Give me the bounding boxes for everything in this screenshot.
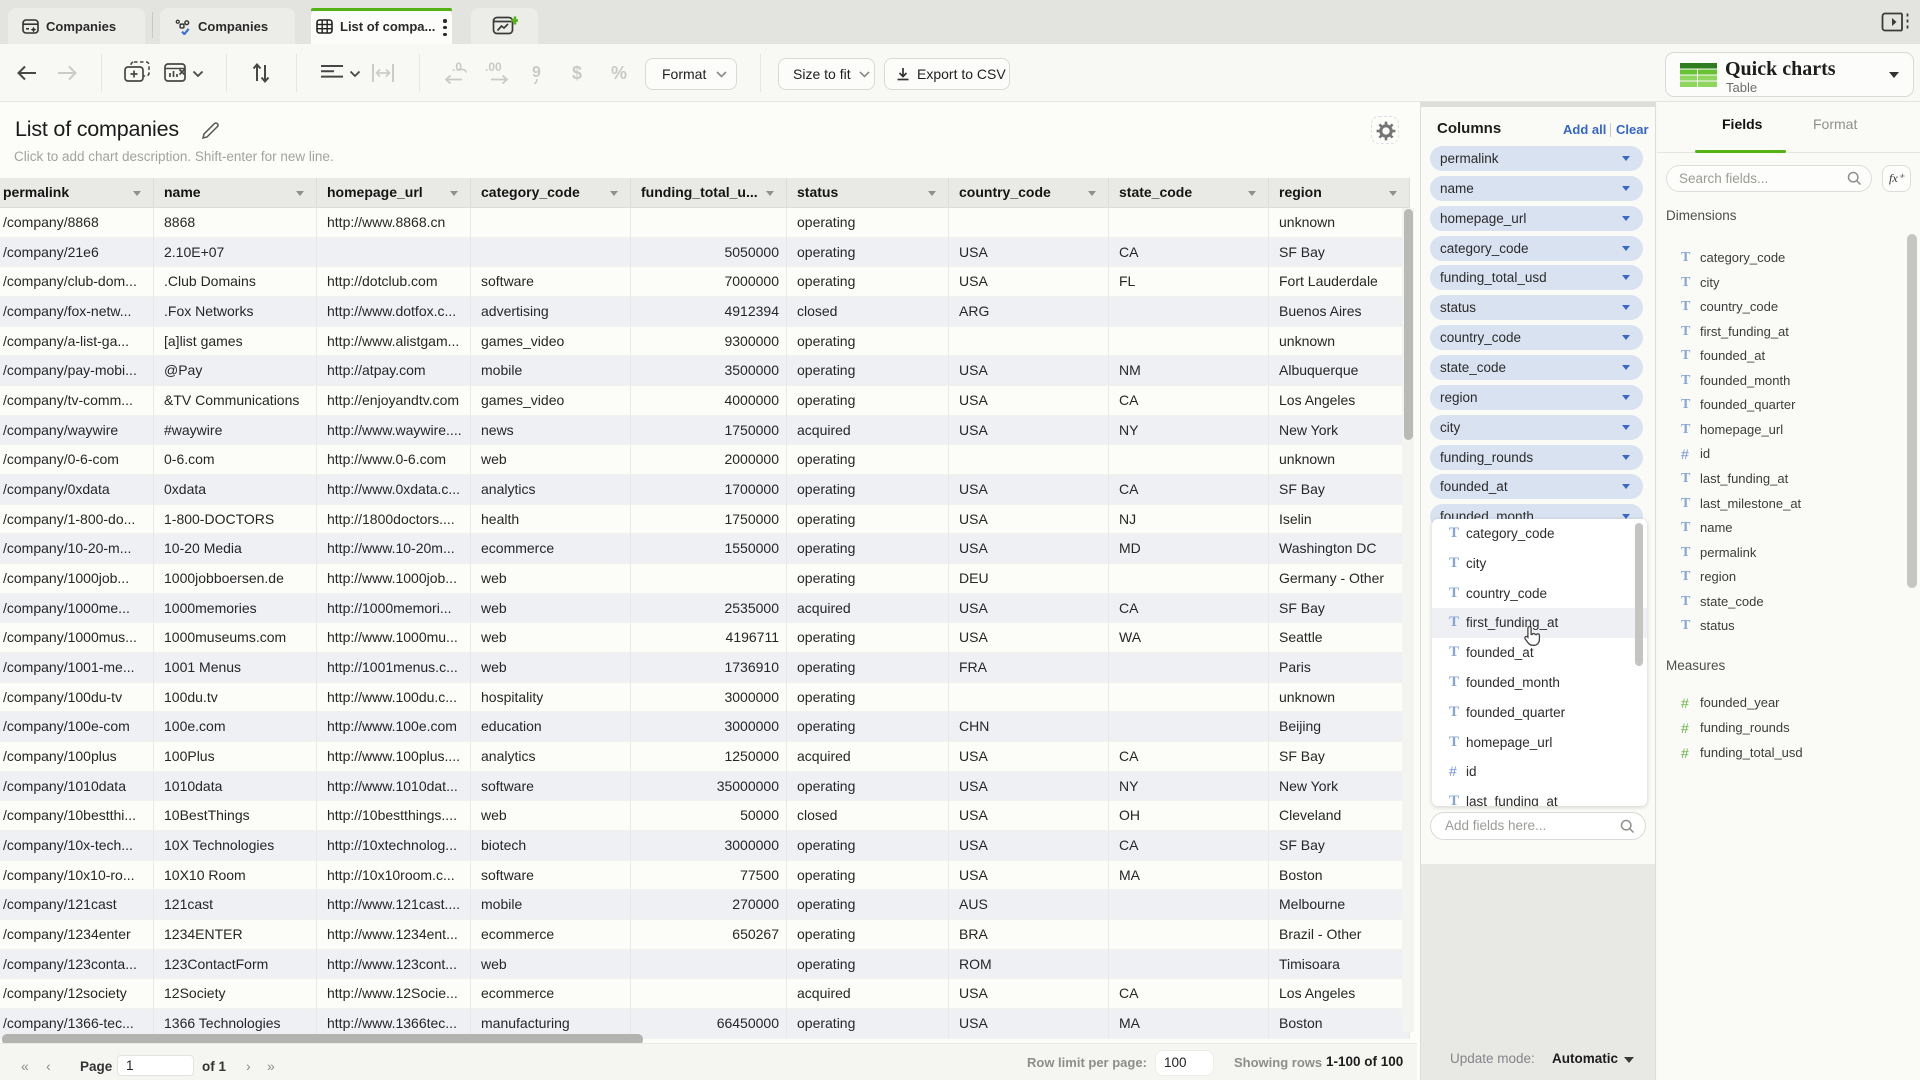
svg-text:.0: .0 [452, 60, 462, 74]
svg-text:$: $ [572, 63, 582, 83]
svg-text:9: 9 [532, 64, 541, 81]
svg-text:%: % [611, 63, 627, 83]
svg-text:.00: .00 [485, 60, 502, 74]
